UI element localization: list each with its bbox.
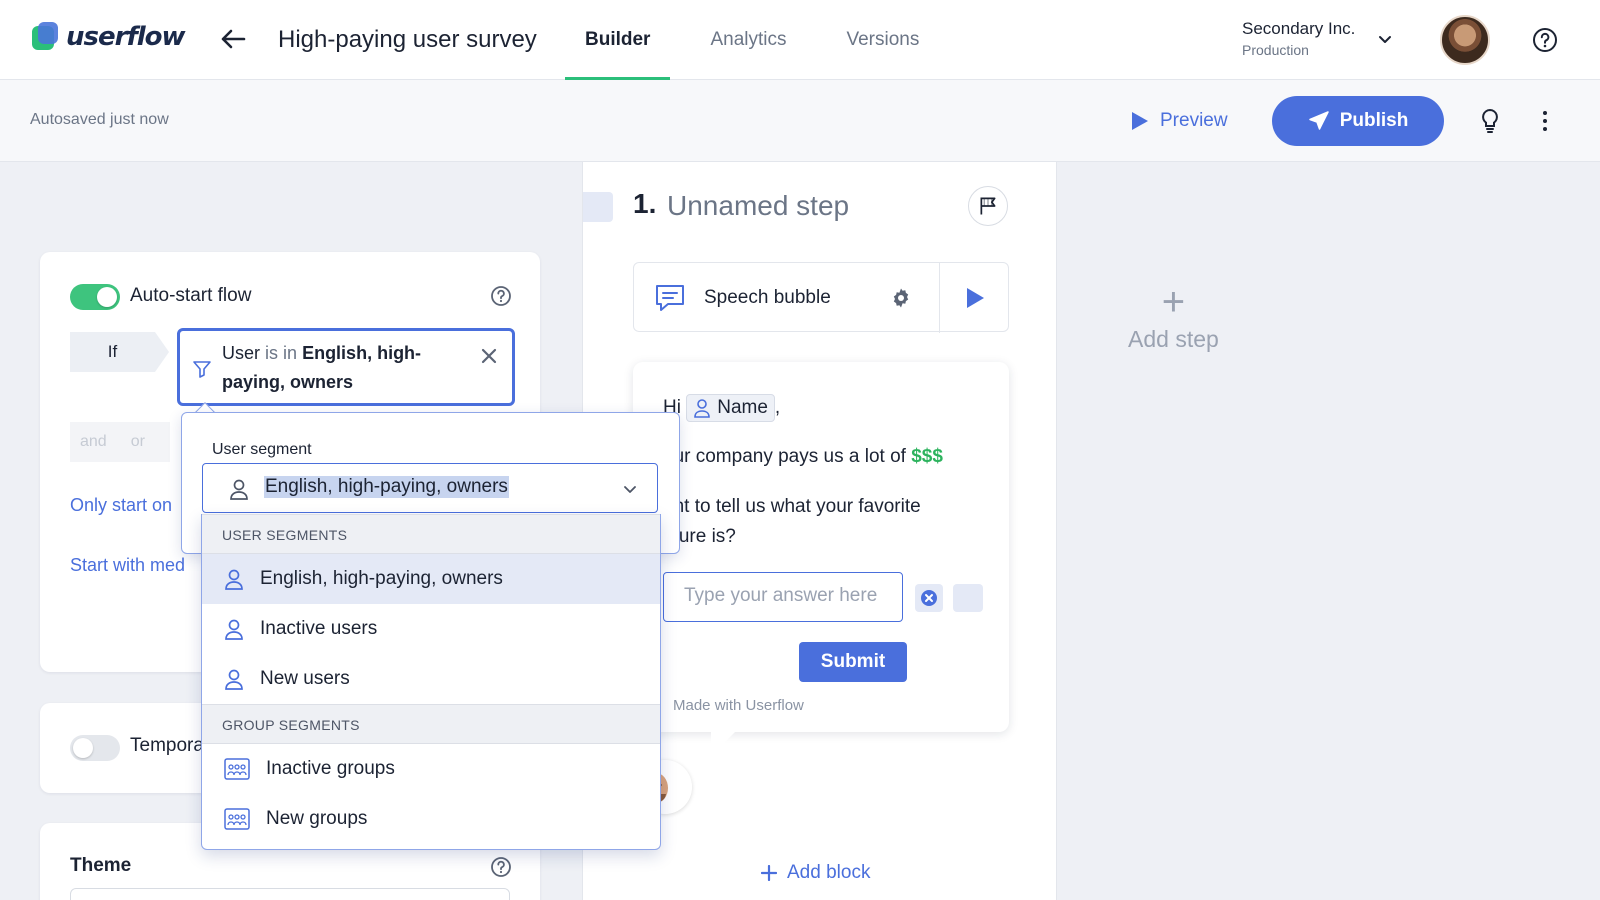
play-icon[interactable]	[964, 285, 986, 311]
publish-button[interactable]: Publish	[1272, 96, 1444, 146]
selected-segment: English, high-paying, owners	[264, 476, 509, 498]
segment-listbox: USER SEGMENTS English, high-paying, owne…	[201, 514, 661, 850]
step-number: 1.	[633, 188, 657, 219]
message-line-2: our company pays us a lot of $$$	[663, 446, 943, 467]
segment-option[interactable]: New users	[202, 654, 660, 704]
and-or-selector[interactable]: and or	[70, 422, 170, 462]
org-environment: Production	[1242, 42, 1309, 58]
play-icon	[1132, 112, 1148, 130]
or-option[interactable]: or	[131, 433, 145, 451]
only-start-link[interactable]: Only start on	[70, 495, 172, 516]
speech-bubble-preview: Hi Name , our company pays us a lot of $…	[633, 362, 1009, 732]
theme-select[interactable]	[70, 888, 510, 900]
send-icon	[1308, 111, 1329, 130]
and-option[interactable]: and	[80, 433, 107, 451]
user-avatar[interactable]	[1440, 15, 1490, 65]
userflow-logo[interactable]: userflow	[30, 22, 186, 52]
tab-builder[interactable]: Builder	[565, 0, 671, 80]
start-with-link[interactable]: Start with med	[70, 555, 185, 576]
chevron-down-icon	[624, 486, 636, 493]
auto-start-label: Auto-start flow	[130, 285, 252, 306]
message-line-3: ant to tell us what your favorite	[663, 496, 921, 517]
group-segments-header: GROUP SEGMENTS	[202, 704, 660, 744]
plus-icon	[761, 865, 777, 881]
condition-filter[interactable]: User is in English, high-paying, owners	[177, 328, 515, 406]
user-icon	[225, 569, 243, 590]
user-icon	[694, 399, 711, 418]
group-icon	[224, 808, 250, 830]
flag-icon[interactable]	[968, 186, 1008, 226]
back-arrow-icon[interactable]	[218, 24, 248, 54]
temporary-toggle[interactable]	[70, 735, 120, 761]
segment-option[interactable]: Inactive users	[202, 604, 660, 654]
theme-label: Theme	[70, 855, 132, 876]
autosave-status: Autosaved just now	[30, 111, 169, 128]
submit-button[interactable]: Submit	[799, 642, 907, 682]
if-label: If	[70, 332, 169, 372]
remove-question-button[interactable]	[915, 584, 943, 612]
tab-versions[interactable]: Versions	[826, 0, 939, 80]
filter-icon	[193, 361, 211, 378]
answer-input[interactable]: Type your answer here	[663, 572, 903, 622]
preview-label: Preview	[1160, 110, 1228, 131]
user-icon	[225, 669, 243, 690]
editor-toolbar: Autosaved just now Preview Publish	[0, 80, 1600, 162]
add-block-button[interactable]: Add block	[761, 862, 870, 884]
lightbulb-icon[interactable]	[1478, 108, 1502, 134]
greeting-line: Hi Name ,	[663, 394, 780, 422]
user-icon	[225, 619, 243, 640]
step-drag-handle[interactable]	[583, 192, 613, 222]
add-step-button[interactable]: + Add step	[1128, 282, 1219, 353]
segment-option[interactable]: New groups	[202, 794, 660, 844]
step-name[interactable]: Unnamed step	[667, 190, 849, 222]
condition-text: User is in English, high-paying, owners	[222, 343, 422, 392]
add-step-label: Add step	[1128, 326, 1219, 352]
more-options-icon[interactable]	[1535, 108, 1555, 134]
segment-option[interactable]: English, high-paying, owners	[202, 554, 660, 604]
speech-bubble-icon	[656, 285, 684, 311]
auto-start-toggle[interactable]	[70, 284, 120, 310]
logo-text: userflow	[66, 22, 186, 52]
help-icon[interactable]	[490, 285, 512, 307]
preview-button[interactable]: Preview	[1130, 102, 1228, 140]
name-token[interactable]: Name	[686, 394, 775, 422]
tab-bar: Builder Analytics Versions	[565, 0, 959, 80]
top-nav: userflow High-paying user survey Builder…	[0, 0, 1600, 80]
segment-option[interactable]: Inactive groups	[202, 744, 660, 794]
question-options-button[interactable]	[953, 584, 983, 612]
user-icon	[230, 479, 248, 500]
org-switcher[interactable]: Secondary Inc. Production	[1242, 19, 1355, 58]
user-segment-label: User segment	[212, 441, 312, 458]
userflow-logo-icon	[30, 22, 60, 52]
block-header[interactable]: Speech bubble	[633, 262, 1009, 333]
close-circle-icon	[921, 590, 937, 606]
plus-icon: +	[1161, 280, 1186, 324]
made-with-userflow[interactable]: Made with Userflow	[673, 697, 804, 714]
help-icon[interactable]	[490, 856, 512, 878]
temporary-label: Tempora	[130, 735, 204, 756]
tab-analytics[interactable]: Analytics	[690, 0, 806, 80]
org-name: Secondary Inc.	[1242, 19, 1356, 38]
flow-title[interactable]: High-paying user survey	[278, 26, 537, 54]
user-segment-select[interactable]: English, high-paying, owners	[202, 463, 658, 513]
close-icon[interactable]	[480, 347, 498, 365]
user-segments-header: USER SEGMENTS	[202, 514, 660, 554]
block-type-label: Speech bubble	[704, 287, 831, 308]
chevron-down-icon[interactable]	[1376, 30, 1394, 48]
group-icon	[224, 758, 250, 780]
gear-icon[interactable]	[890, 287, 912, 309]
publish-label: Publish	[1339, 110, 1409, 131]
help-icon[interactable]	[1532, 27, 1558, 53]
